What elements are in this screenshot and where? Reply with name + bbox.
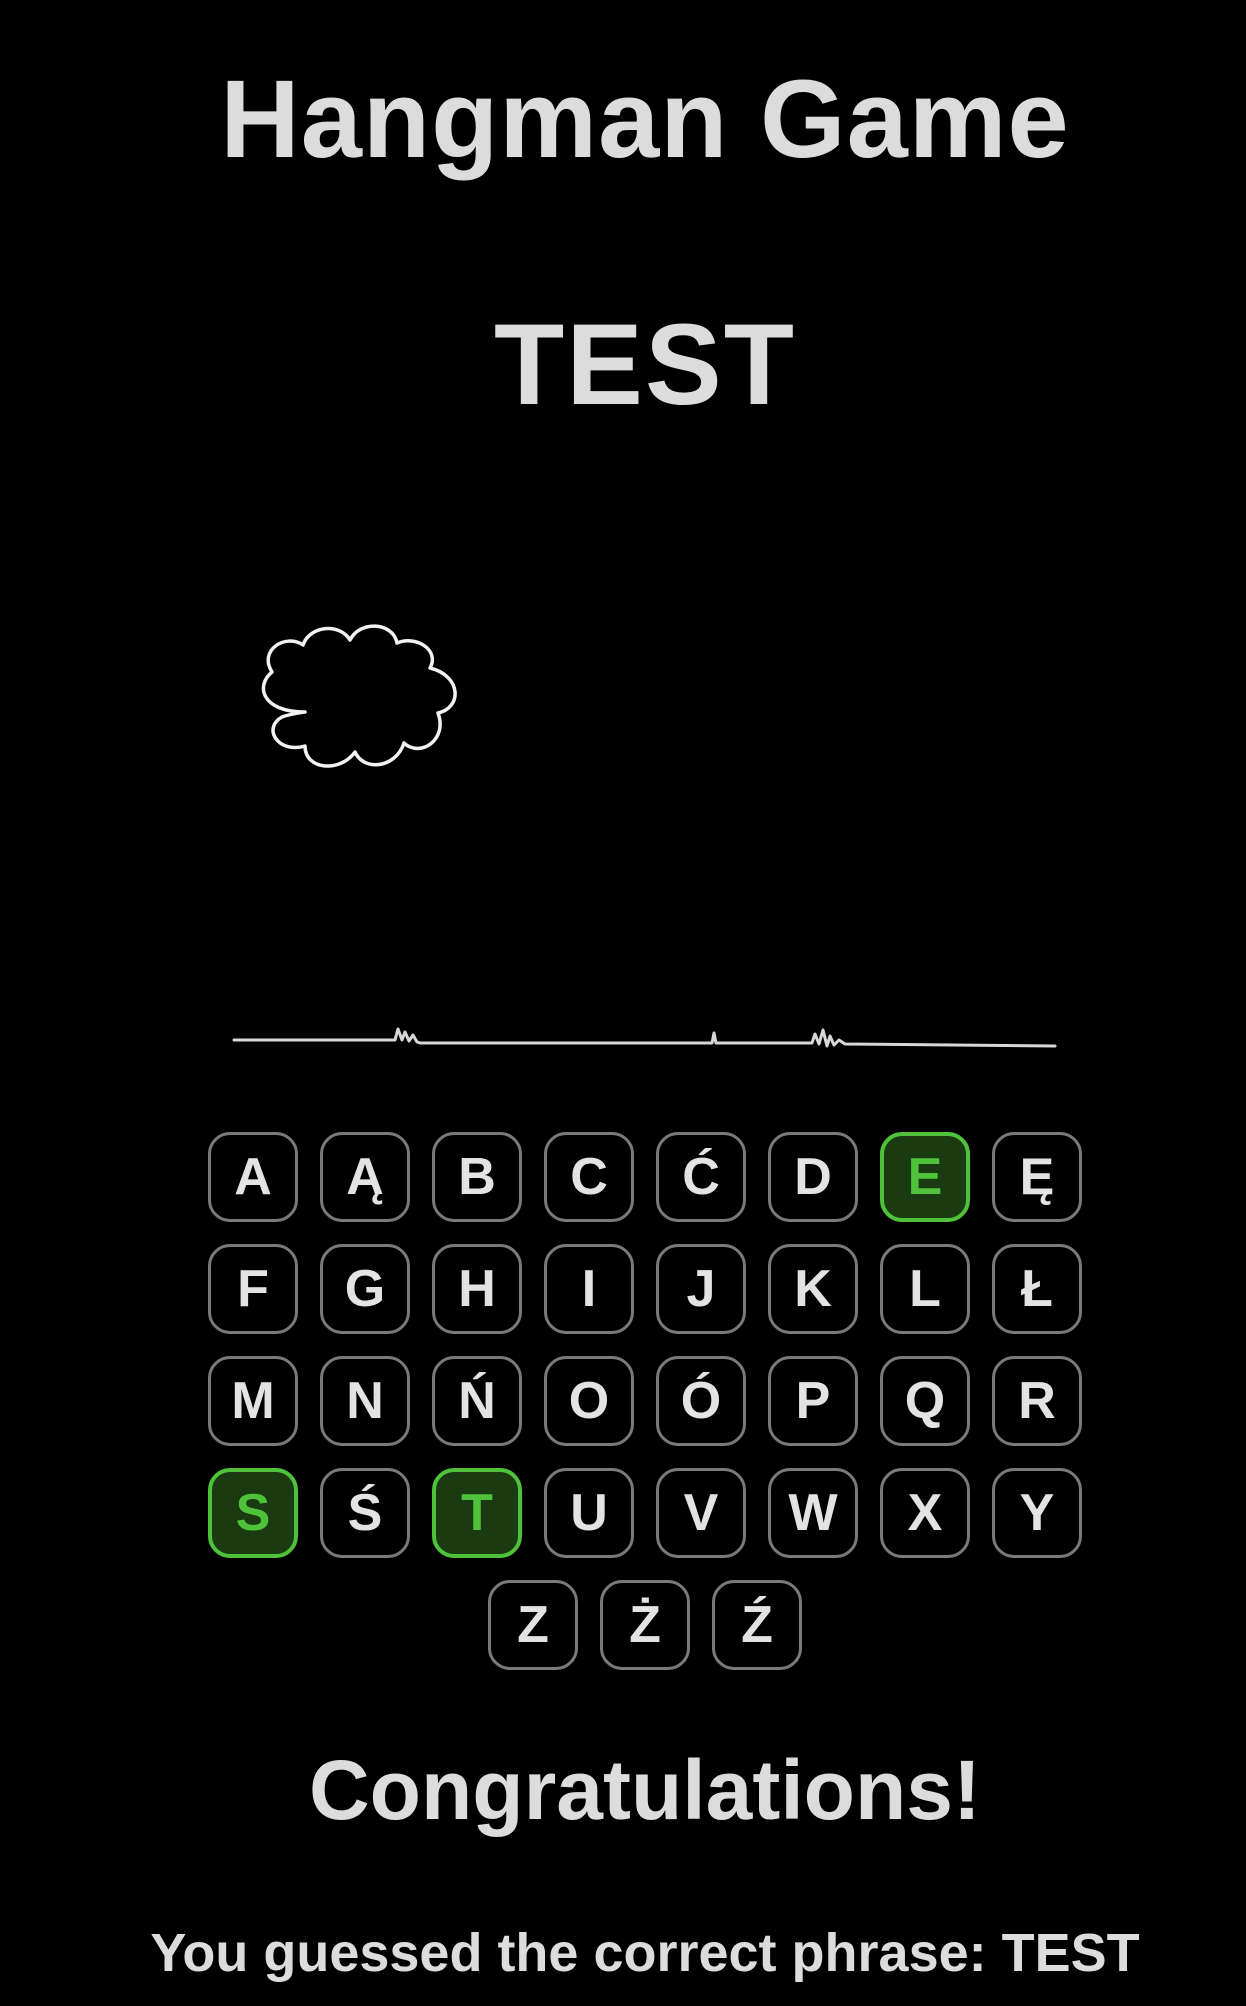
letter-key[interactable]: Ń xyxy=(432,1356,522,1446)
letter-key[interactable]: U xyxy=(544,1468,634,1558)
letter-key[interactable]: Z xyxy=(488,1580,578,1670)
ground-line xyxy=(232,1027,1057,1048)
letter-key[interactable]: Ł xyxy=(992,1244,1082,1334)
letter-key[interactable]: P xyxy=(768,1356,858,1446)
keyboard-row: AĄBCĆDEĘ xyxy=(205,1132,1085,1222)
letter-key[interactable]: K xyxy=(768,1244,858,1334)
letter-key[interactable]: H xyxy=(432,1244,522,1334)
congratulations-heading: Congratulations! xyxy=(309,1743,981,1837)
letter-keyboard: AĄBCĆDEĘ FGHIJKLŁ MNŃOÓPQR SŚTUVWXY ZŻŹ xyxy=(205,1132,1085,1692)
letter-key[interactable]: I xyxy=(544,1244,634,1334)
letter-key[interactable]: T xyxy=(432,1468,522,1558)
letter-key[interactable]: O xyxy=(544,1356,634,1446)
letter-key[interactable]: Ą xyxy=(320,1132,410,1222)
letter-key[interactable]: Ź xyxy=(712,1580,802,1670)
letter-key[interactable]: W xyxy=(768,1468,858,1558)
letter-key[interactable]: Ć xyxy=(656,1132,746,1222)
page-title: Hangman Game xyxy=(220,58,1070,181)
letter-key[interactable]: E xyxy=(880,1132,970,1222)
result-message: You guessed the correct phrase: TEST xyxy=(150,1923,1140,1983)
keyboard-row: ZŻŹ xyxy=(205,1580,1085,1670)
keyboard-row: FGHIJKLŁ xyxy=(205,1244,1085,1334)
letter-key[interactable]: M xyxy=(208,1356,298,1446)
letter-key[interactable]: B xyxy=(432,1132,522,1222)
letter-key[interactable]: F xyxy=(208,1244,298,1334)
letter-key[interactable]: R xyxy=(992,1356,1082,1446)
letter-key[interactable]: Ó xyxy=(656,1356,746,1446)
phrase-display: TEST xyxy=(494,301,796,429)
cloud-icon xyxy=(261,624,457,768)
letter-key[interactable]: Q xyxy=(880,1356,970,1446)
letter-key[interactable]: J xyxy=(656,1244,746,1334)
letter-key[interactable]: Ż xyxy=(600,1580,690,1670)
letter-key[interactable]: Y xyxy=(992,1468,1082,1558)
letter-key[interactable]: G xyxy=(320,1244,410,1334)
letter-key[interactable]: D xyxy=(768,1132,858,1222)
letter-key[interactable]: A xyxy=(208,1132,298,1222)
letter-key[interactable]: S xyxy=(208,1468,298,1558)
letter-key[interactable]: L xyxy=(880,1244,970,1334)
letter-key[interactable]: Ś xyxy=(320,1468,410,1558)
keyboard-row: MNŃOÓPQR xyxy=(205,1356,1085,1446)
letter-key[interactable]: Ę xyxy=(992,1132,1082,1222)
letter-key[interactable]: N xyxy=(320,1356,410,1446)
letter-key[interactable]: X xyxy=(880,1468,970,1558)
letter-key[interactable]: V xyxy=(656,1468,746,1558)
keyboard-row: SŚTUVWXY xyxy=(205,1468,1085,1558)
letter-key[interactable]: C xyxy=(544,1132,634,1222)
